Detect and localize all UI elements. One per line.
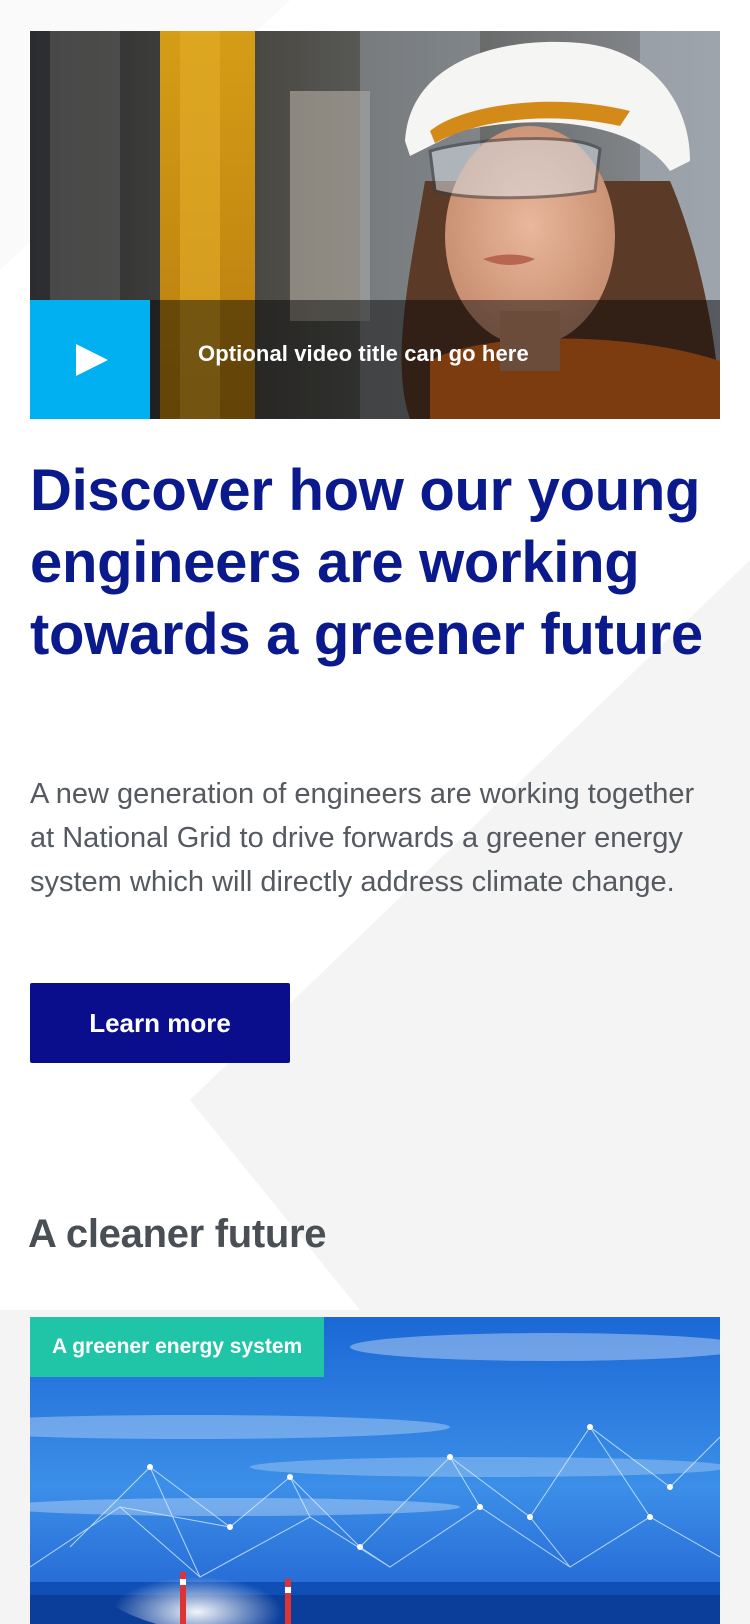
play-button[interactable] [30, 300, 150, 419]
feature-tag[interactable]: A greener energy system [30, 1317, 325, 1377]
play-icon [76, 343, 108, 376]
video-title: Optional video title can go here [198, 341, 529, 366]
feature-card[interactable]: A greener energy system [30, 1317, 720, 1624]
section-title: A cleaner future [28, 1212, 327, 1256]
article-body: A new generation of engineers are workin… [30, 778, 695, 898]
video-player[interactable]: Optional video title can go here [30, 31, 720, 419]
article-headline: Discover how our young engineers are wor… [30, 458, 703, 667]
learn-more-button[interactable]: Learn more [30, 983, 290, 1063]
